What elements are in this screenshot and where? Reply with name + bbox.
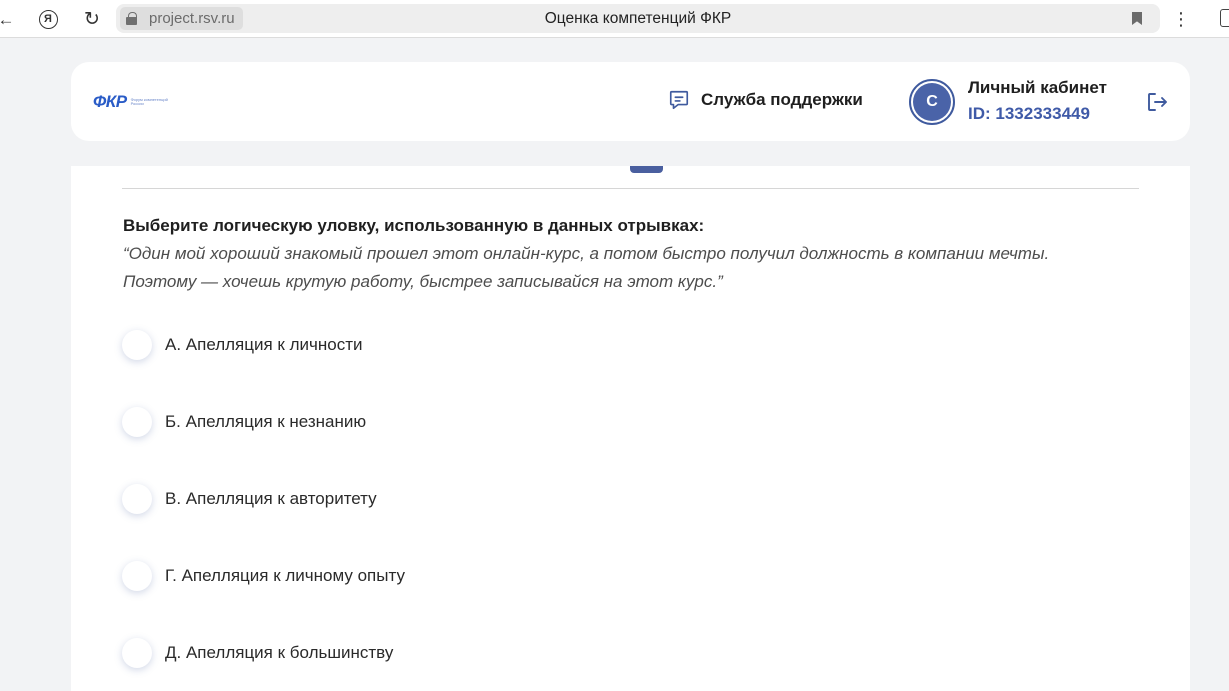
url-host-text: project.rsv.ru xyxy=(149,10,235,27)
avatar[interactable]: С xyxy=(909,79,955,125)
radio-button[interactable] xyxy=(122,407,152,437)
kebab-menu-icon[interactable]: ⋮ xyxy=(1169,7,1193,31)
page-title: Оценка компетенций ФКР xyxy=(544,9,732,27)
back-arrow-icon[interactable]: ← xyxy=(0,7,18,31)
option-label: А. Апелляция к личности xyxy=(165,335,363,354)
site-header: ФКР Форум компетенций России Служба подд… xyxy=(71,62,1190,141)
radio-button[interactable] xyxy=(122,561,152,591)
url-host[interactable]: project.rsv.ru xyxy=(120,7,243,30)
option-label: Б. Апелляция к незнанию xyxy=(165,412,367,431)
radio-button[interactable] xyxy=(122,638,152,668)
yandex-icon[interactable]: Я xyxy=(36,7,60,31)
address-bar[interactable]: project.rsv.ru Оценка компетенций ФКР xyxy=(116,4,1160,33)
divider xyxy=(122,188,1139,189)
logout-icon[interactable] xyxy=(1145,90,1169,114)
lock-icon xyxy=(126,12,137,25)
answer-option-v[interactable]: В. Апелляция к авторитету xyxy=(122,483,377,515)
bookmark-icon[interactable] xyxy=(1132,12,1142,25)
answer-option-g[interactable]: Г. Апелляция к личному опыту xyxy=(122,560,405,592)
question-text: Выберите логическую уловку, использованн… xyxy=(123,216,705,235)
user-id: ID: 1332333449 xyxy=(968,104,1090,123)
chat-bubble-icon xyxy=(669,90,689,110)
avatar-letter: С xyxy=(913,83,951,121)
radio-button[interactable] xyxy=(122,484,152,514)
support-link[interactable]: Служба поддержки xyxy=(668,89,863,111)
reload-icon[interactable]: ↻ xyxy=(80,7,104,31)
progress-indicator xyxy=(630,166,663,173)
quote-line-1: “Один мой хороший знакомый прошел этот о… xyxy=(123,244,1050,263)
personal-cabinet-link[interactable]: Личный кабинет xyxy=(968,78,1107,98)
radio-button[interactable] xyxy=(122,330,152,360)
question-card: Выберите логическую уловку, использованн… xyxy=(71,166,1190,691)
answer-option-a[interactable]: А. Апелляция к личности xyxy=(122,329,362,361)
logo-tagline: Форум компетенций России xyxy=(130,96,168,106)
option-label: В. Апелляция к авторитету xyxy=(165,489,377,508)
support-label: Служба поддержки xyxy=(701,90,863,109)
logo-mark: ФКР xyxy=(93,92,127,111)
answer-option-b[interactable]: Б. Апелляция к незнанию xyxy=(122,406,366,438)
answer-option-d[interactable]: Д. Апелляция к большинству xyxy=(122,637,393,669)
question-quote: “Один мой хороший знакомый прошел этот о… xyxy=(123,240,1113,296)
option-label: Д. Апелляция к большинству xyxy=(165,643,394,662)
option-label: Г. Апелляция к личному опыту xyxy=(165,566,405,585)
browser-toolbar: ← Я ↻ project.rsv.ru Оценка компетенций … xyxy=(0,0,1229,38)
quote-line-2: Поэтому — хочешь крутую работу, быстрее … xyxy=(123,272,723,291)
fkr-logo[interactable]: ФКР Форум компетенций России xyxy=(93,92,173,112)
extension-icon[interactable] xyxy=(1220,9,1229,27)
